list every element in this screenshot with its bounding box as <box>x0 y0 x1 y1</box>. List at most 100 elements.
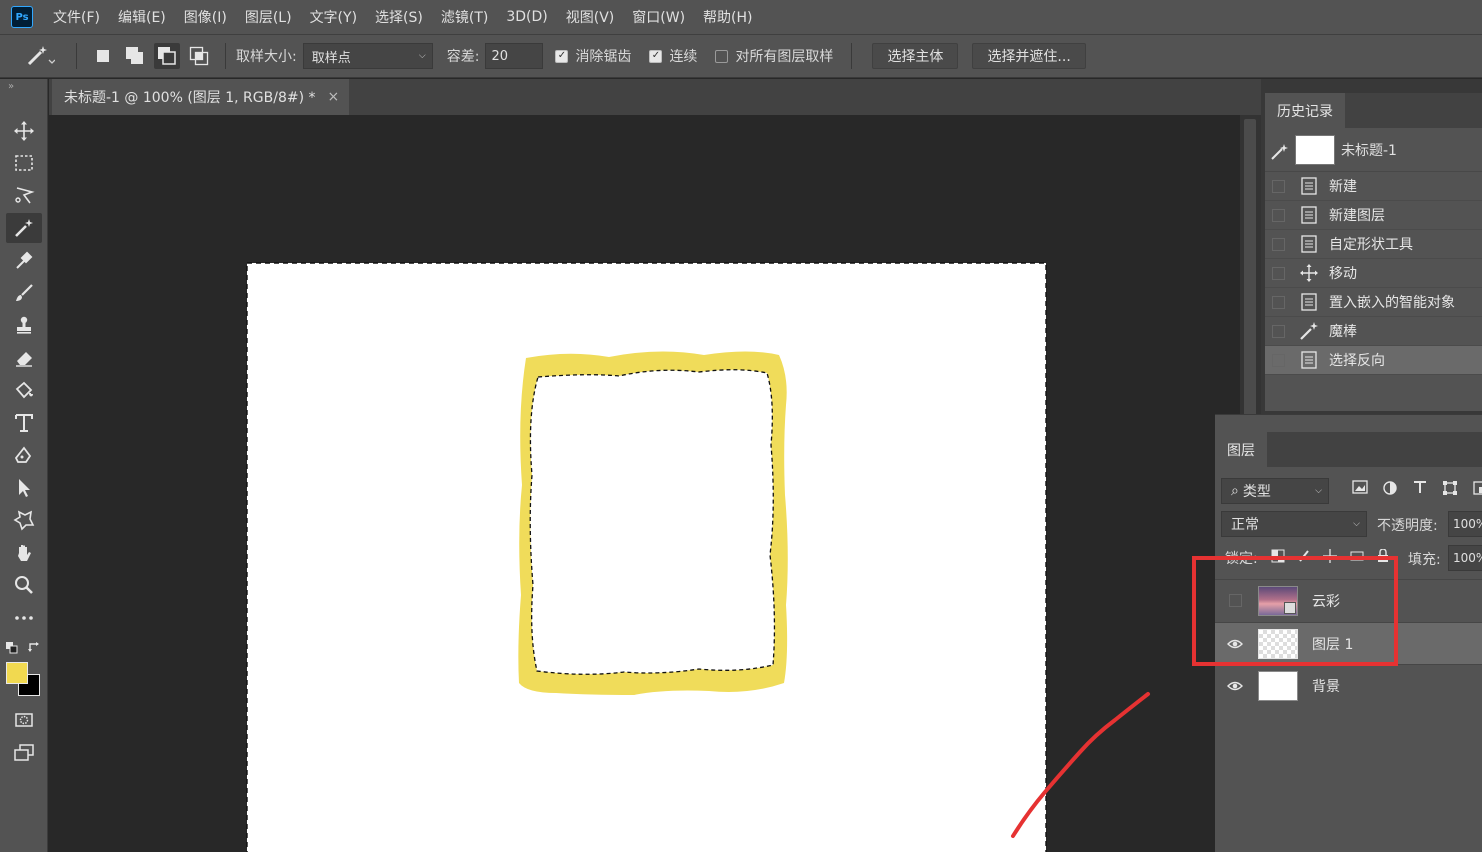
history-source-box[interactable] <box>1272 208 1285 222</box>
arrow-pointer-icon <box>19 479 30 497</box>
antialias-checkbox[interactable]: ✓ <box>555 49 569 63</box>
layers-tab-bar: 图层 <box>1215 432 1482 467</box>
quick-mask-icon <box>15 713 33 727</box>
brush-tool[interactable] <box>6 278 42 308</box>
history-item[interactable]: 置入嵌入的智能对象 <box>1265 288 1482 317</box>
opacity-input[interactable]: 100% <box>1448 511 1482 537</box>
tab-layers[interactable]: 图层 <box>1215 432 1267 467</box>
screen-mode-icon <box>14 744 34 761</box>
hand-icon <box>18 545 31 561</box>
menu-window[interactable]: 窗口(W) <box>632 7 685 27</box>
options-bar: 取样大小: 取样点 ⌵ 容差: 20 ✓ 消除锯齿 ✓ 连续 对所有图层取样 选… <box>0 34 1482 78</box>
swap-colors-icon[interactable] <box>28 641 42 655</box>
quick-mask-button[interactable] <box>6 705 42 735</box>
history-item[interactable]: 自定形状工具 <box>1265 230 1482 259</box>
stamp-tool[interactable] <box>6 310 42 340</box>
pen-tool[interactable] <box>6 441 42 471</box>
menu-select[interactable]: 选择(S) <box>375 7 423 27</box>
magic-wand-tool[interactable] <box>6 213 42 243</box>
eraser-tool[interactable] <box>6 343 42 373</box>
history-item[interactable]: 移动 <box>1265 259 1482 288</box>
type-tool[interactable] <box>6 408 42 438</box>
lasso-icon <box>15 187 35 204</box>
contiguous-label: 连续 <box>669 49 698 65</box>
path-selection-tool[interactable] <box>6 473 42 503</box>
menu-file[interactable]: 文件(F) <box>53 7 100 27</box>
menu-3d[interactable]: 3D(D) <box>506 9 547 25</box>
add-to-selection-button[interactable] <box>122 43 148 69</box>
shape-filter-icon[interactable] <box>1435 480 1465 496</box>
new-selection-button[interactable] <box>90 43 116 69</box>
marquee-tool[interactable] <box>6 148 42 178</box>
document-icon <box>1299 176 1319 196</box>
default-colors-icon[interactable] <box>6 642 18 654</box>
history-item[interactable]: 新建图层 <box>1265 201 1482 230</box>
image-filter-icon[interactable] <box>1345 480 1375 496</box>
tab-history[interactable]: 历史记录 <box>1265 93 1345 128</box>
brush-icon <box>16 284 33 301</box>
more-icon <box>15 616 33 620</box>
screen-mode-button[interactable] <box>6 738 42 768</box>
menu-help[interactable]: 帮助(H) <box>703 7 752 27</box>
hand-tool[interactable] <box>6 538 42 568</box>
eye-icon <box>1227 681 1243 690</box>
layer-filter-select[interactable]: ⌕ 类型 ⌵ <box>1221 478 1329 504</box>
menu-layer[interactable]: 图层(L) <box>245 7 292 27</box>
foreground-color-swatch[interactable] <box>6 662 28 684</box>
history-source-box[interactable] <box>1272 237 1285 251</box>
select-and-mask-button[interactable]: 选择并遮住... <box>972 43 1086 69</box>
shape-icon <box>13 510 35 531</box>
sample-all-layers-checkbox[interactable] <box>715 49 729 63</box>
eraser-icon <box>16 352 32 367</box>
custom-shape-tool[interactable] <box>6 505 42 535</box>
intersect-selection-button[interactable] <box>186 43 212 69</box>
history-item-selected[interactable]: 选择反向 <box>1265 346 1482 375</box>
move-tool[interactable] <box>6 116 42 146</box>
history-source-box[interactable] <box>1272 179 1285 193</box>
history-item-label: 自定形状工具 <box>1329 237 1413 253</box>
document-tab[interactable]: 未标题-1 @ 100% (图层 1, RGB/8#) * × <box>52 79 349 115</box>
blend-mode-select[interactable]: 正常 ⌵ <box>1221 511 1367 537</box>
lasso-tool[interactable] <box>6 180 42 210</box>
history-item[interactable]: 魔棒 <box>1265 317 1482 346</box>
close-icon[interactable]: × <box>328 89 340 105</box>
history-item[interactable]: 新建 <box>1265 172 1482 201</box>
clone-stamp-icon <box>17 316 31 334</box>
new-selection-icon <box>97 50 109 62</box>
visibility-toggle[interactable] <box>1215 665 1255 707</box>
menu-filter[interactable]: 滤镜(T) <box>441 7 488 27</box>
photoshop-logo: Ps <box>11 6 33 28</box>
history-tab-bar: 历史记录 <box>1265 93 1482 128</box>
history-source-box[interactable] <box>1272 295 1285 309</box>
history-snapshot[interactable]: 未标题-1 <box>1265 128 1482 172</box>
sample-size-select[interactable]: 取样点 ⌵ <box>302 43 433 69</box>
adjustment-filter-icon[interactable] <box>1375 480 1405 496</box>
fill-input[interactable]: 100% <box>1448 545 1482 571</box>
history-source-box[interactable] <box>1272 324 1285 338</box>
eyedropper-tool[interactable] <box>6 245 42 275</box>
history-item-label: 新建图层 <box>1329 208 1385 224</box>
menu-bar: Ps 文件(F) 编辑(E) 图像(I) 图层(L) 文字(Y) 选择(S) 滤… <box>0 0 1482 34</box>
tolerance-input[interactable]: 20 <box>485 43 544 69</box>
menu-edit[interactable]: 编辑(E) <box>118 7 166 27</box>
opacity-label: 不透明度: <box>1377 518 1438 534</box>
collapse-icon[interactable]: » <box>8 81 14 92</box>
tools-panel: » <box>0 79 48 852</box>
subtract-from-selection-button[interactable] <box>154 43 180 69</box>
menu-type[interactable]: 文字(Y) <box>310 7 357 27</box>
contiguous-checkbox[interactable]: ✓ <box>649 49 663 63</box>
smart-object-filter-icon[interactable] <box>1465 480 1482 496</box>
history-source-box[interactable] <box>1272 353 1285 367</box>
paint-bucket-tool[interactable] <box>6 376 42 406</box>
layer-row[interactable]: 背景 <box>1215 664 1482 706</box>
menu-image[interactable]: 图像(I) <box>184 7 227 27</box>
select-subject-button[interactable]: 选择主体 <box>872 43 959 69</box>
separator <box>225 43 226 69</box>
history-source-box[interactable] <box>1272 266 1285 280</box>
type-filter-icon[interactable] <box>1405 480 1435 496</box>
tool-preset-picker[interactable] <box>14 41 66 71</box>
menu-view[interactable]: 视图(V) <box>566 7 615 27</box>
more-tools-button[interactable] <box>6 603 42 633</box>
history-item-label: 移动 <box>1329 266 1357 282</box>
zoom-tool[interactable] <box>6 570 42 600</box>
